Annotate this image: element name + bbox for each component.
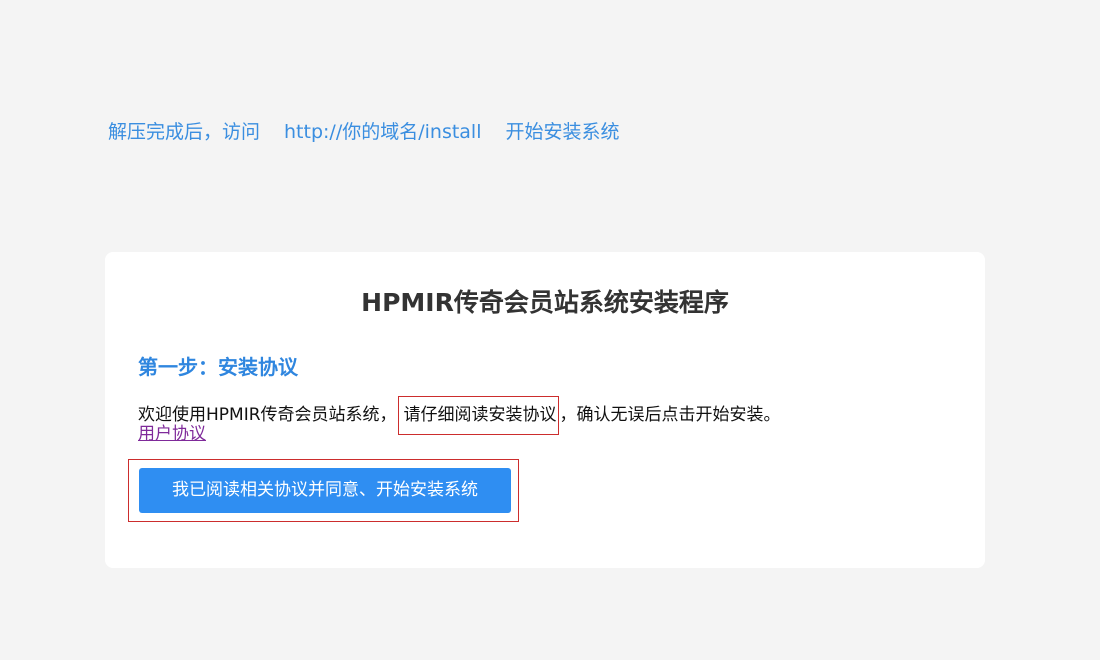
agree-and-start-install-button[interactable]: 我已阅读相关协议并同意、开始安装系统	[139, 468, 511, 513]
highlighted-reading-instruction: 请仔细阅读安装协议	[397, 396, 559, 435]
instruction-text-after-url: 开始安装系统	[505, 121, 620, 143]
welcome-message: 欢迎使用HPMIR传奇会员站系统， 请仔细阅读安装协议 ，确认无误后点击开始安装。	[138, 396, 781, 435]
installer-title: HPMIR传奇会员站系统安装程序	[361, 288, 729, 317]
welcome-text-after-highlight: ，确认无误后点击开始安装。	[559, 405, 781, 425]
install-page: 解压完成后，访问 http://你的域名/install 开始安装系统 HPMI…	[0, 0, 1100, 660]
start-button-highlight-box: 我已阅读相关协议并同意、开始安装系统	[128, 459, 519, 522]
install-url-text: http://你的域名/install	[284, 121, 482, 143]
install-instruction: 解压完成后，访问 http://你的域名/install 开始安装系统	[108, 118, 620, 146]
step-title: 第一步：安装协议	[138, 355, 298, 379]
user-agreement-link[interactable]: 用户协议	[138, 420, 206, 448]
instruction-text-before-url: 解压完成后，访问	[108, 121, 261, 143]
installer-card: HPMIR传奇会员站系统安装程序 第一步：安装协议 欢迎使用HPMIR传奇会员站…	[105, 252, 985, 568]
